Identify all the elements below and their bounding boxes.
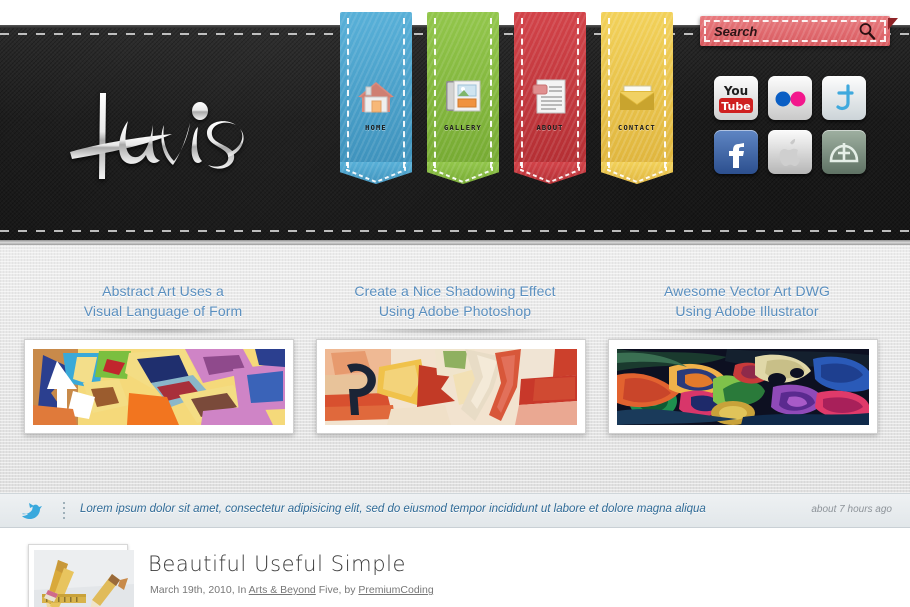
post-meta-mid: Five, by xyxy=(315,584,359,596)
apple-icon[interactable] xyxy=(768,130,812,174)
ribbon-dash-right-gallery xyxy=(490,18,492,168)
ribbon-dash-v-about xyxy=(519,160,581,184)
sidebar-item-label: ABOUT xyxy=(536,124,564,132)
slide-item[interactable]: Awesome Vector Art DWG Using Adobe Illus… xyxy=(608,281,886,434)
facebook-icon[interactable] xyxy=(714,130,758,174)
twitter-status-bar: Lorem ipsum dolor sit amet, consectetur … xyxy=(0,493,910,528)
sidebar-item-label: HOME xyxy=(365,124,387,132)
twitter-bar-separator xyxy=(63,502,65,521)
twitter-timestamp: about 7 hours ago xyxy=(811,504,892,515)
slide-item[interactable]: Abstract Art Uses a Visual Language of F… xyxy=(24,281,302,434)
ribbon-dash-left-about xyxy=(521,18,523,168)
magnifier-icon[interactable] xyxy=(858,22,876,40)
ribbon-dash-v-contact xyxy=(606,160,668,184)
slide-title: Awesome Vector Art DWG Using Adobe Illus… xyxy=(663,283,831,319)
post-category-link[interactable]: Arts & Beyond xyxy=(249,584,316,596)
picture-icon xyxy=(441,74,485,118)
ribbon-dash-left-contact xyxy=(608,18,610,168)
ribbon-dash-left-home xyxy=(347,18,349,168)
ribbon-dash-v-home xyxy=(345,160,407,184)
ribbon-dash-right-contact xyxy=(664,18,666,168)
slide-divider xyxy=(38,329,288,335)
slide-image-frame[interactable] xyxy=(316,339,586,434)
sidebar-item-gallery[interactable]: GALLERY xyxy=(427,12,499,184)
ribbon-dash-left-gallery xyxy=(434,18,436,168)
slide-title: Create a Nice Shadowing Effect Using Ado… xyxy=(354,283,556,319)
slide-image-frame[interactable] xyxy=(608,339,878,434)
slide-item[interactable]: Create a Nice Shadowing Effect Using Ado… xyxy=(316,281,594,434)
svg-text:Tube: Tube xyxy=(721,100,750,113)
slide-divider xyxy=(330,329,580,335)
twitter-message: Lorem ipsum dolor sit amet, consectetur … xyxy=(80,503,706,515)
slide-title: Abstract Art Uses a Visual Language of F… xyxy=(83,283,243,319)
search-input[interactable] xyxy=(714,21,844,41)
sidebar-item-home[interactable]: HOME xyxy=(340,12,412,184)
sidebar-item-label: GALLERY xyxy=(444,124,482,132)
document-icon xyxy=(528,74,572,118)
deviantart-icon[interactable] xyxy=(822,130,866,174)
svg-text:You: You xyxy=(723,84,748,98)
house-icon xyxy=(354,74,398,118)
ribbon-dash-v-gallery xyxy=(432,160,494,184)
twitter-bird-icon[interactable] xyxy=(20,501,44,521)
artwork-abstract-3 xyxy=(617,349,869,425)
blog-post-section: Beautiful Useful Simple March 19th, 2010… xyxy=(0,528,910,607)
artwork-abstract-1 xyxy=(33,349,285,425)
envelope-icon xyxy=(615,74,659,118)
header-bottom-edge xyxy=(0,240,910,245)
twitter-icon[interactable] xyxy=(822,76,866,120)
pencils-ruler-brush-icon xyxy=(34,550,134,607)
social-links: You Tube xyxy=(714,76,894,174)
post-meta: March 19th, 2010, In Arts & Beyond Five,… xyxy=(150,584,434,596)
sidebar-item-about[interactable]: ABOUT xyxy=(514,12,586,184)
post-thumbnail[interactable] xyxy=(28,544,134,607)
slide-divider xyxy=(622,329,872,335)
sidebar-item-contact[interactable]: CONTACT xyxy=(601,12,673,184)
youtube-icon[interactable]: You Tube xyxy=(714,76,758,120)
page-root: HOME GALLERY ABOUT CONTACT Search You Tu… xyxy=(0,0,910,607)
slide-image-frame[interactable] xyxy=(24,339,294,434)
post-date: March 19th, 2010, In xyxy=(150,584,249,596)
ribbon-dash-right-about xyxy=(577,18,579,168)
page-title[interactable]: Beautiful Useful Simple xyxy=(148,552,406,576)
sidebar-item-label: CONTACT xyxy=(618,124,656,132)
artwork-abstract-2 xyxy=(325,349,577,425)
content-slider: Abstract Art Uses a Visual Language of F… xyxy=(0,245,910,493)
post-author-link[interactable]: PremiumCoding xyxy=(358,584,433,596)
search-bar[interactable] xyxy=(700,16,898,46)
ribbon-dash-right-home xyxy=(403,18,405,168)
flickr-icon[interactable] xyxy=(768,76,812,120)
